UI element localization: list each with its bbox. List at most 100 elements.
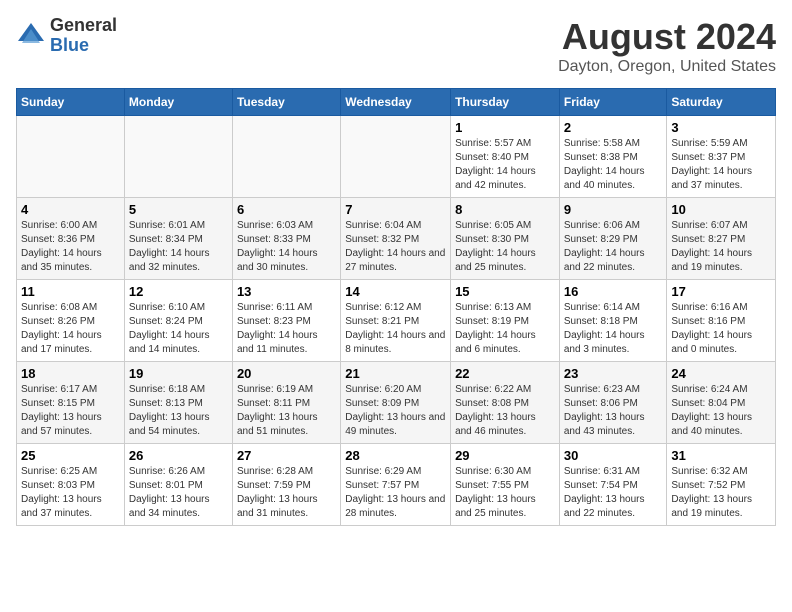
- calendar-cell: 5 Sunrise: 6:01 AMSunset: 8:34 PMDaylight…: [124, 198, 232, 280]
- calendar-cell: 24 Sunrise: 6:24 AMSunset: 8:04 PMDayligh…: [667, 362, 776, 444]
- calendar-header-row: SundayMondayTuesdayWednesdayThursdayFrid…: [17, 89, 776, 116]
- header-saturday: Saturday: [667, 89, 776, 116]
- day-info: Sunrise: 6:17 AMSunset: 8:15 PMDaylight:…: [21, 383, 120, 439]
- day-number: 3: [671, 120, 771, 135]
- day-number: 20: [237, 366, 336, 381]
- calendar-table: SundayMondayTuesdayWednesdayThursdayFrid…: [16, 88, 776, 526]
- calendar-cell: 18Sunrise: 6:17 AMSunset: 8:15 PMDayligh…: [17, 362, 125, 444]
- day-info: Sunrise: 6:22 AMSunset: 8:08 PMDaylight:…: [455, 383, 555, 439]
- logo-blue-text: Blue: [50, 36, 117, 56]
- day-info: Sunrise: 6:25 AMSunset: 8:03 PMDaylight:…: [21, 465, 120, 521]
- day-number: 4: [21, 202, 120, 217]
- day-number: 31: [671, 448, 771, 463]
- calendar-cell: [341, 116, 451, 198]
- day-number: 11: [21, 284, 120, 299]
- calendar-cell: 14 Sunrise: 6:12 AMSunset: 8:21 PMDayligh…: [341, 280, 451, 362]
- day-info: Sunrise: 6:16 AMSunset: 8:16 PMDaylight:…: [671, 301, 771, 357]
- day-number: 12: [129, 284, 228, 299]
- calendar-cell: 3 Sunrise: 5:59 AMSunset: 8:37 PMDaylight…: [667, 116, 776, 198]
- day-info: Sunrise: 6:06 AMSunset: 8:29 PMDaylight:…: [564, 219, 663, 275]
- month-title: August 2024: [558, 16, 776, 58]
- day-info: Sunrise: 5:58 AMSunset: 8:38 PMDaylight:…: [564, 137, 663, 193]
- day-info: Sunrise: 5:57 AMSunset: 8:40 PMDaylight:…: [455, 137, 555, 193]
- calendar-cell: 1 Sunrise: 5:57 AMSunset: 8:40 PMDaylight…: [451, 116, 560, 198]
- day-number: 26: [129, 448, 228, 463]
- header-monday: Monday: [124, 89, 232, 116]
- day-number: 8: [455, 202, 555, 217]
- calendar-cell: 30Sunrise: 6:31 AMSunset: 7:54 PMDayligh…: [559, 444, 667, 526]
- day-info: Sunrise: 6:08 AMSunset: 8:26 PMDaylight:…: [21, 301, 120, 357]
- calendar-cell: 8 Sunrise: 6:05 AMSunset: 8:30 PMDaylight…: [451, 198, 560, 280]
- day-number: 19: [129, 366, 228, 381]
- calendar-cell: [124, 116, 232, 198]
- day-number: 24: [671, 366, 771, 381]
- day-info: Sunrise: 6:29 AMSunset: 7:57 PMDaylight:…: [345, 465, 446, 521]
- day-info: Sunrise: 6:26 AMSunset: 8:01 PMDaylight:…: [129, 465, 228, 521]
- calendar-cell: 28 Sunrise: 6:29 AMSunset: 7:57 PMDayligh…: [341, 444, 451, 526]
- day-info: Sunrise: 5:59 AMSunset: 8:37 PMDaylight:…: [671, 137, 771, 193]
- logo-icon: [16, 21, 46, 51]
- day-info: Sunrise: 6:19 AMSunset: 8:11 PMDaylight:…: [237, 383, 336, 439]
- day-number: 14: [345, 284, 446, 299]
- header-friday: Friday: [559, 89, 667, 116]
- header-sunday: Sunday: [17, 89, 125, 116]
- calendar-cell: 11 Sunrise: 6:08 AMSunset: 8:26 PMDayligh…: [17, 280, 125, 362]
- calendar-cell: 9 Sunrise: 6:06 AMSunset: 8:29 PMDaylight…: [559, 198, 667, 280]
- day-info: Sunrise: 6:01 AMSunset: 8:34 PMDaylight:…: [129, 219, 228, 275]
- day-info: Sunrise: 6:04 AMSunset: 8:32 PMDaylight:…: [345, 219, 446, 275]
- day-number: 23: [564, 366, 663, 381]
- day-number: 1: [455, 120, 555, 135]
- calendar-cell: 29 Sunrise: 6:30 AMSunset: 7:55 PMDayligh…: [451, 444, 560, 526]
- day-info: Sunrise: 6:24 AMSunset: 8:04 PMDaylight:…: [671, 383, 771, 439]
- title-section: August 2024 Dayton, Oregon, United State…: [558, 16, 776, 76]
- day-info: Sunrise: 6:20 AMSunset: 8:09 PMDaylight:…: [345, 383, 446, 439]
- calendar-cell: 13Sunrise: 6:11 AMSunset: 8:23 PMDayligh…: [232, 280, 340, 362]
- calendar-cell: 17 Sunrise: 6:16 AMSunset: 8:16 PMDayligh…: [667, 280, 776, 362]
- calendar-cell: 15Sunrise: 6:13 AMSunset: 8:19 PMDayligh…: [451, 280, 560, 362]
- day-info: Sunrise: 6:05 AMSunset: 8:30 PMDaylight:…: [455, 219, 555, 275]
- day-number: 29: [455, 448, 555, 463]
- day-number: 17: [671, 284, 771, 299]
- calendar-week-5: 25 Sunrise: 6:25 AMSunset: 8:03 PMDayligh…: [17, 444, 776, 526]
- day-info: Sunrise: 6:30 AMSunset: 7:55 PMDaylight:…: [455, 465, 555, 521]
- day-info: Sunrise: 6:10 AMSunset: 8:24 PMDaylight:…: [129, 301, 228, 357]
- calendar-cell: 20 Sunrise: 6:19 AMSunset: 8:11 PMDayligh…: [232, 362, 340, 444]
- day-number: 16: [564, 284, 663, 299]
- day-number: 22: [455, 366, 555, 381]
- calendar-cell: [17, 116, 125, 198]
- day-number: 10: [671, 202, 771, 217]
- calendar-cell: 19Sunrise: 6:18 AMSunset: 8:13 PMDayligh…: [124, 362, 232, 444]
- day-info: Sunrise: 6:00 AMSunset: 8:36 PMDaylight:…: [21, 219, 120, 275]
- calendar-cell: 12 Sunrise: 6:10 AMSunset: 8:24 PMDayligh…: [124, 280, 232, 362]
- day-number: 9: [564, 202, 663, 217]
- logo-general-text: General: [50, 16, 117, 36]
- calendar-week-3: 11 Sunrise: 6:08 AMSunset: 8:26 PMDayligh…: [17, 280, 776, 362]
- day-number: 5: [129, 202, 228, 217]
- day-info: Sunrise: 6:07 AMSunset: 8:27 PMDaylight:…: [671, 219, 771, 275]
- calendar-cell: 22 Sunrise: 6:22 AMSunset: 8:08 PMDayligh…: [451, 362, 560, 444]
- page-header: General Blue August 2024 Dayton, Oregon,…: [16, 16, 776, 76]
- day-info: Sunrise: 6:12 AMSunset: 8:21 PMDaylight:…: [345, 301, 446, 357]
- calendar-cell: 31Sunrise: 6:32 AMSunset: 7:52 PMDayligh…: [667, 444, 776, 526]
- day-number: 25: [21, 448, 120, 463]
- calendar-week-4: 18Sunrise: 6:17 AMSunset: 8:15 PMDayligh…: [17, 362, 776, 444]
- day-info: Sunrise: 6:14 AMSunset: 8:18 PMDaylight:…: [564, 301, 663, 357]
- day-number: 13: [237, 284, 336, 299]
- calendar-cell: 16 Sunrise: 6:14 AMSunset: 8:18 PMDayligh…: [559, 280, 667, 362]
- header-thursday: Thursday: [451, 89, 560, 116]
- calendar-cell: 4 Sunrise: 6:00 AMSunset: 8:36 PMDaylight…: [17, 198, 125, 280]
- day-number: 21: [345, 366, 446, 381]
- day-number: 2: [564, 120, 663, 135]
- day-info: Sunrise: 6:23 AMSunset: 8:06 PMDaylight:…: [564, 383, 663, 439]
- day-info: Sunrise: 6:28 AMSunset: 7:59 PMDaylight:…: [237, 465, 336, 521]
- day-number: 6: [237, 202, 336, 217]
- calendar-cell: 6Sunrise: 6:03 AMSunset: 8:33 PMDaylight…: [232, 198, 340, 280]
- calendar-week-2: 4 Sunrise: 6:00 AMSunset: 8:36 PMDaylight…: [17, 198, 776, 280]
- header-wednesday: Wednesday: [341, 89, 451, 116]
- calendar-cell: 27 Sunrise: 6:28 AMSunset: 7:59 PMDayligh…: [232, 444, 340, 526]
- header-tuesday: Tuesday: [232, 89, 340, 116]
- day-number: 15: [455, 284, 555, 299]
- day-info: Sunrise: 6:31 AMSunset: 7:54 PMDaylight:…: [564, 465, 663, 521]
- day-number: 28: [345, 448, 446, 463]
- day-number: 27: [237, 448, 336, 463]
